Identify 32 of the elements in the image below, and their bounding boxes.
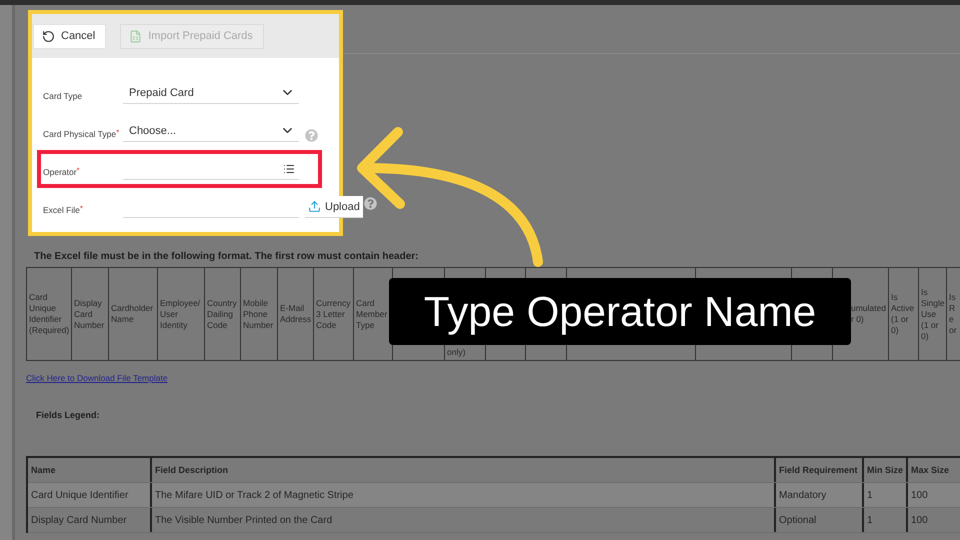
field-label: Card Type — [43, 90, 84, 103]
help-icon[interactable] — [364, 197, 377, 210]
table-cell: The Visible Number Printed on the Card — [152, 508, 776, 532]
column-header: Is Single Use (1 or 0) — [919, 268, 947, 360]
table-cell: 100 — [908, 508, 960, 532]
column-header: Country Dailing Code — [205, 268, 241, 360]
format-heading: The Excel file must be in the following format. The first row must contain header: — [33, 250, 420, 264]
column-header: E-Mail Address — [278, 268, 314, 360]
column-header: Card Unique Identifier (Required) — [27, 268, 72, 360]
undo-icon — [42, 30, 55, 42]
column-header: Is Re or — [947, 268, 960, 360]
column-header: Employee/ User Identity — [158, 268, 205, 360]
table-cell: Optional — [776, 508, 864, 532]
cancel-button[interactable]: Cancel — [33, 24, 106, 48]
column-header: Currency 3 Letter Code — [314, 268, 354, 360]
field-label: Card Physical Type* — [43, 128, 120, 141]
select-field[interactable]: Prepaid Card — [123, 82, 299, 104]
field-label: Excel File* — [43, 204, 84, 217]
column-header: Display Card Number — [72, 268, 109, 360]
legend-title: Fields Legend: — [36, 410, 101, 420]
spreadsheet-icon — [129, 30, 142, 42]
table-cell: 1 — [864, 508, 908, 532]
upload-button[interactable]: Upload — [305, 196, 363, 218]
field-label: Operator* — [43, 166, 81, 179]
caption-banner: Type Operator Name — [389, 278, 851, 345]
help-icon[interactable] — [305, 129, 318, 142]
column-header: Cardholder Name — [109, 268, 158, 360]
column-header: Mobile Phone Number — [241, 268, 278, 360]
upload-icon — [308, 200, 321, 213]
column-header: Is Active (1 or 0) — [889, 268, 919, 360]
table-cell: Display Card Number — [28, 508, 152, 532]
select-field[interactable]: Choose... — [123, 120, 299, 142]
